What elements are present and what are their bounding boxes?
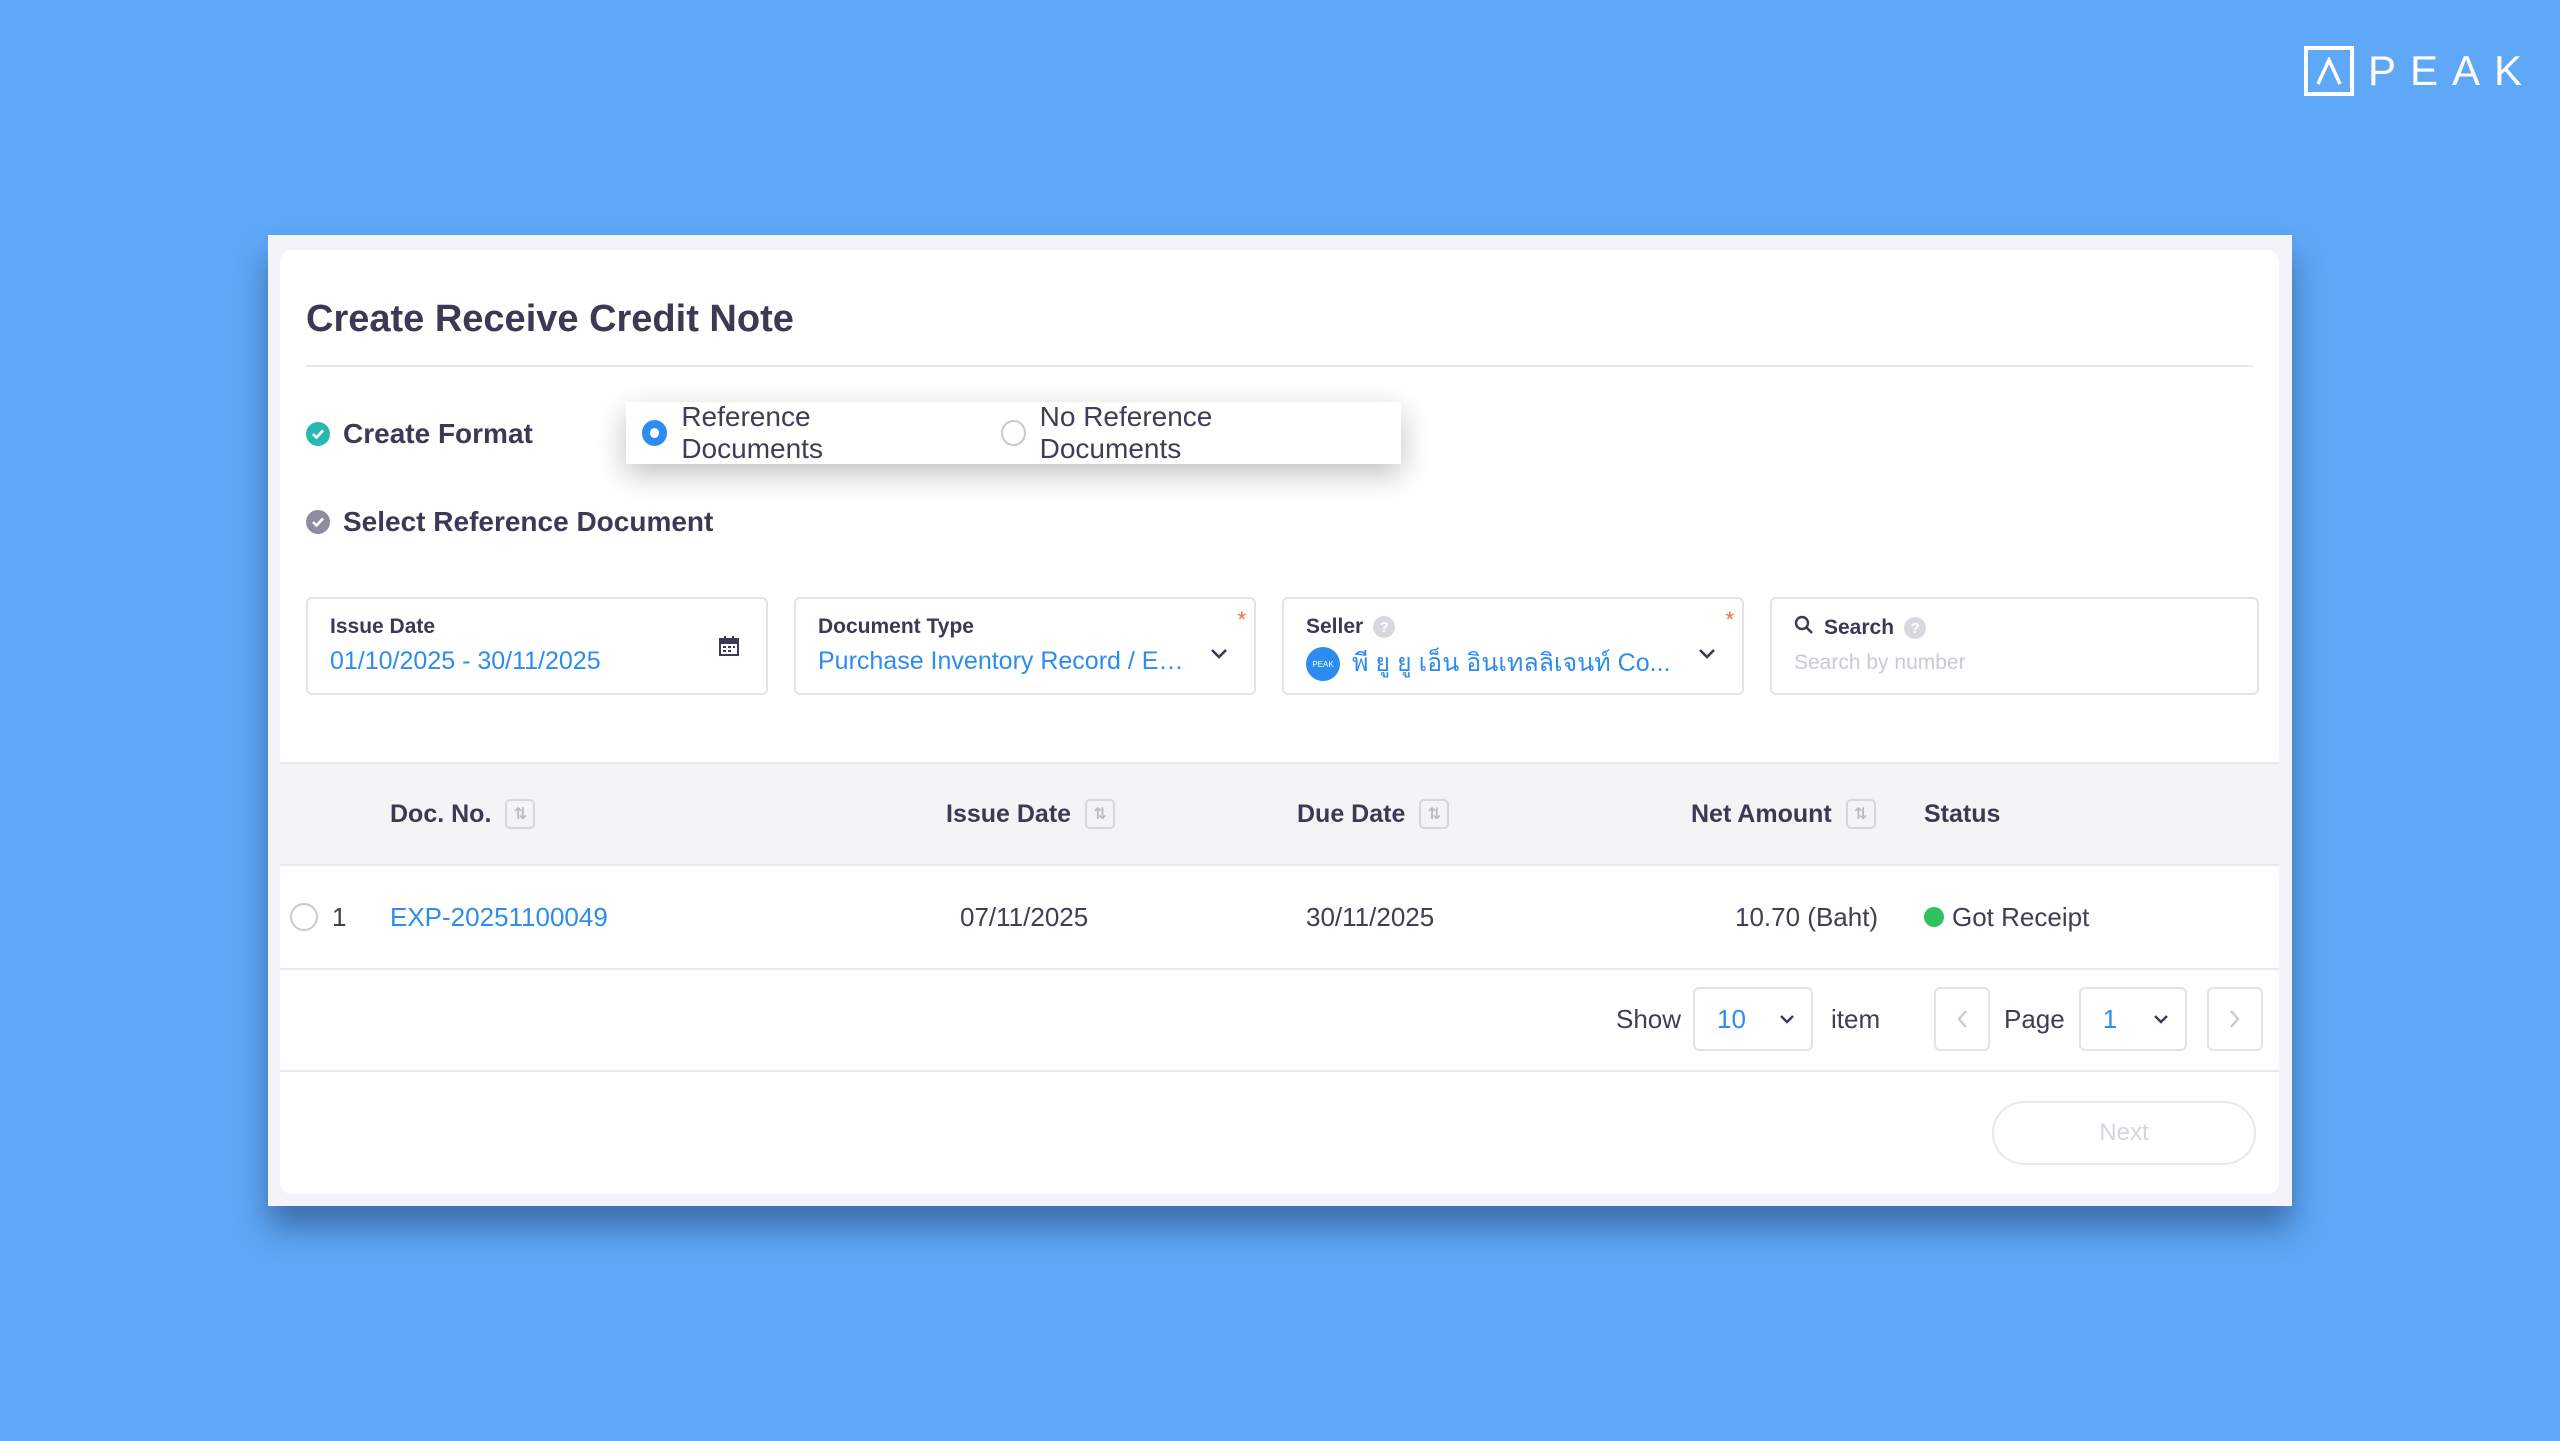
chevron-left-icon <box>1957 1010 1967 1028</box>
row-index: 1 <box>332 901 347 932</box>
search-label: Search <box>1824 616 1895 639</box>
sort-icon[interactable]: ⇅ <box>1845 799 1876 829</box>
column-issue-date-label: Issue Date <box>946 799 1072 828</box>
seller-label-row: Seller ? <box>1306 615 1720 639</box>
page-number-dropdown[interactable]: 1 <box>2078 987 2187 1051</box>
status-label: Got Receipt <box>1952 901 2090 932</box>
radio-selected-icon[interactable] <box>642 420 668 446</box>
sort-icon[interactable]: ⇅ <box>1419 799 1450 829</box>
document-type-label: Document Type <box>818 615 974 638</box>
search-label-row: Search ? <box>1794 615 2235 641</box>
column-status-label: Status <box>1924 799 2001 828</box>
radio-no-reference-label: No Reference Documents <box>1039 401 1213 464</box>
create-credit-note-card: Create Receive Credit Note Create Format… <box>280 250 2279 1194</box>
title-divider <box>306 365 2253 367</box>
issue-date-filter[interactable]: Issue Date 01/10/2025 - 30/11/2025 <box>306 597 768 695</box>
row-due-date: 30/11/2025 <box>1306 901 1435 932</box>
radio-reference-label: Reference Documents <box>681 401 823 464</box>
page-size-value: 10 <box>1717 1003 1746 1034</box>
radio-unselected-icon[interactable] <box>1001 420 1026 446</box>
radio-reference-documents[interactable]: Reference Documents <box>642 401 941 465</box>
page-size-select[interactable]: 10 <box>1693 985 1813 1053</box>
page-label: Page <box>2004 1003 2065 1034</box>
pager-controls: Page 1 <box>1934 985 2263 1053</box>
calendar-icon[interactable] <box>718 635 740 662</box>
format-radio-group: Reference Documents No Reference Documen… <box>626 401 1401 465</box>
footer-divider <box>280 1070 2279 1072</box>
issue-date-label: Issue Date <box>330 615 436 638</box>
next-page-button[interactable] <box>2206 987 2263 1051</box>
previous-page-button[interactable] <box>1934 987 1990 1051</box>
seller-select[interactable]: * Seller ? PEAK พี ยู ยู เอ็น อินเทลลิเจน… <box>1282 597 1744 695</box>
sort-icon[interactable]: ⇅ <box>1085 799 1116 829</box>
peak-logo-mark <box>2304 46 2354 96</box>
status-dot-icon <box>1924 907 1944 927</box>
chevron-down-icon <box>1780 1015 1794 1024</box>
help-icon[interactable]: ? <box>1904 617 1927 639</box>
search-input[interactable]: Search by number <box>1794 651 2235 675</box>
seller-value-row[interactable]: PEAK พี ยู ยู เอ็น อินเทลลิเจนท์ Co... <box>1306 643 1676 683</box>
step-create-format: Create Format <box>306 418 533 450</box>
document-type-select[interactable]: * Document Type Purchase Inventory Recor… <box>794 597 1256 695</box>
help-icon[interactable]: ? <box>1373 616 1396 638</box>
row-issue-date: 07/11/2025 <box>960 901 1089 932</box>
sort-icon[interactable]: ⇅ <box>505 799 536 829</box>
status-badge: Got Receipt <box>1924 866 2089 968</box>
page-number-value: 1 <box>2102 1003 2118 1034</box>
chevron-down-icon <box>2153 1015 2168 1024</box>
page-size-label: Show <box>1616 1003 1682 1034</box>
row-net-amount: 10.70 (Baht) <box>1735 901 1879 932</box>
modal-frame: Create Receive Credit Note Create Format… <box>268 235 2292 1206</box>
radio-unselected-icon[interactable] <box>290 903 318 931</box>
step-create-format-label: Create Format <box>343 418 533 449</box>
table-row[interactable]: 1 EXP-20251100049 07/11/2025 30/11/2025 … <box>280 866 2279 970</box>
check-circle-icon <box>306 422 330 446</box>
chevron-right-icon <box>2229 1010 2240 1028</box>
column-doc-no-label: Doc. No. <box>390 799 492 828</box>
peak-logo: PEAK <box>2304 46 2536 96</box>
column-doc-no[interactable]: Doc. No. ⇅ <box>390 764 536 864</box>
peak-logo-text: PEAK <box>2368 47 2537 94</box>
chevron-down-icon[interactable] <box>1210 647 1228 665</box>
table-header: Doc. No. ⇅ Issue Date ⇅ Due Date ⇅ Net A… <box>280 762 2279 866</box>
radio-no-reference-documents[interactable]: No Reference Documents <box>1001 401 1341 465</box>
column-net-amount-label: Net Amount <box>1691 799 1832 828</box>
seller-avatar: PEAK <box>1306 647 1340 682</box>
doc-no-link[interactable]: EXP-20251100049 <box>390 866 608 968</box>
row-select-radio[interactable] <box>290 866 318 968</box>
page-size-dropdown[interactable]: 10 <box>1693 987 1813 1051</box>
check-circle-icon <box>306 510 330 534</box>
issue-date-value[interactable]: 01/10/2025 - 30/11/2025 <box>330 647 700 676</box>
seller-value[interactable]: พี ยู ยู เอ็น อินเทลลิเจนท์ Co... <box>1352 649 1670 677</box>
step-select-reference-label: Select Reference Document <box>343 506 714 537</box>
required-asterisk: * <box>1237 607 1246 632</box>
next-button[interactable]: Next <box>1992 1101 2256 1165</box>
search-icon <box>1794 615 1814 641</box>
item-label: item <box>1831 1003 1881 1034</box>
column-due-date-label: Due Date <box>1297 799 1406 828</box>
column-due-date[interactable]: Due Date ⇅ <box>1297 764 1450 864</box>
step-select-reference: Select Reference Document <box>306 506 713 538</box>
column-issue-date[interactable]: Issue Date ⇅ <box>946 764 1116 864</box>
chevron-down-icon[interactable] <box>1698 647 1716 665</box>
seller-label: Seller <box>1306 615 1364 638</box>
search-filter[interactable]: Search ? Search by number <box>1770 597 2259 695</box>
page-title: Create Receive Credit Note <box>306 298 794 340</box>
document-type-value[interactable]: Purchase Inventory Record / Ex... <box>818 647 1188 676</box>
column-status: Status <box>1924 764 2000 864</box>
column-net-amount[interactable]: Net Amount ⇅ <box>1691 764 1876 864</box>
required-asterisk: * <box>1725 607 1734 632</box>
